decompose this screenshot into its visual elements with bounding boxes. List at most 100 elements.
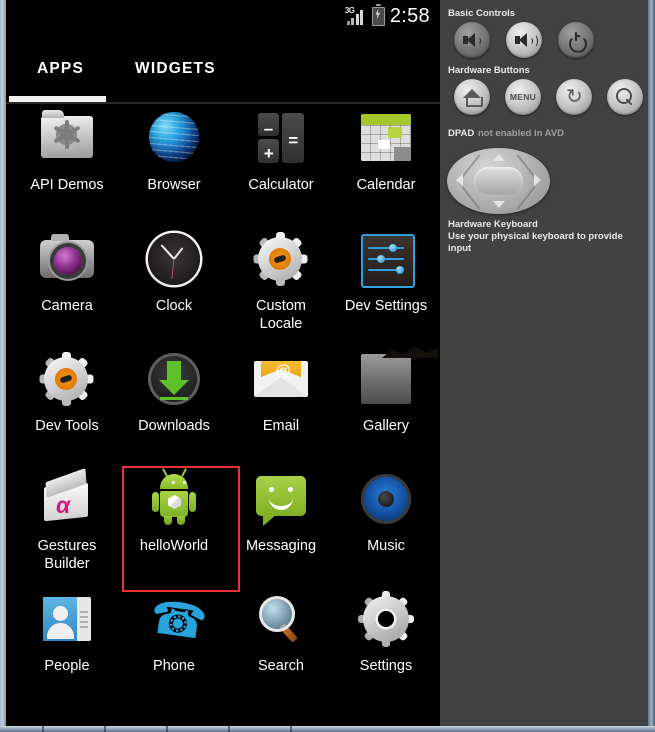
app-icon-downloads[interactable]: Downloads: [121, 349, 227, 435]
menu-text-icon: MENU: [509, 92, 537, 102]
app-icon-camera[interactable]: Camera: [14, 229, 120, 315]
calendar-icon: [356, 108, 416, 168]
dpad-center-button[interactable]: [474, 167, 523, 195]
speech-bubble-icon: [251, 469, 311, 529]
dpad-right-icon[interactable]: [534, 174, 541, 186]
app-icon-settings[interactable]: Settings: [333, 589, 439, 675]
dpad-down-icon[interactable]: [492, 201, 505, 208]
hardware-buttons-title: Hardware Buttons: [448, 65, 530, 76]
tab-apps[interactable]: APPS: [37, 60, 84, 78]
app-label: Search: [258, 658, 304, 674]
basic-controls-title: Basic Controls: [448, 8, 516, 19]
app-label: Camera: [41, 298, 93, 314]
app-label: Music: [367, 538, 405, 554]
home-icon: [462, 89, 483, 107]
app-icon-music[interactable]: Music: [333, 469, 439, 555]
home-button[interactable]: [454, 79, 490, 115]
envelope-at-icon: @: [251, 349, 311, 409]
handset-icon: ☎: [146, 589, 211, 650]
battery-charging-icon: [371, 4, 385, 26]
status-bar: 3G 2:58: [6, 0, 440, 32]
speaker-low-icon: [463, 33, 481, 47]
phone-screen[interactable]: 3G 2:58 APPS WIDGETS API Demos Browser –…: [6, 0, 440, 726]
calculator-icon: – = +: [251, 108, 311, 168]
search-button[interactable]: [607, 79, 643, 115]
back-button[interactable]: ↺: [556, 79, 592, 115]
dpad-control[interactable]: [447, 148, 550, 214]
app-label: Browser: [147, 177, 201, 193]
tab-widgets[interactable]: WIDGETS: [135, 60, 216, 78]
dpad-left-icon[interactable]: [456, 174, 463, 186]
hardware-keyboard-hint: Use your physical keyboard to provide in…: [448, 231, 623, 254]
magnifier-icon: [251, 589, 311, 649]
magnifier-icon: [616, 88, 634, 106]
signal-strength-icon: 3G: [344, 5, 367, 25]
volume-up-button[interactable]: [506, 22, 542, 58]
power-icon: [568, 31, 587, 53]
windows-taskbar[interactable]: [0, 726, 655, 732]
app-label: Settings: [359, 658, 413, 674]
app-icon-calendar[interactable]: Calendar: [333, 108, 439, 194]
back-arrow-icon: ↺: [565, 86, 583, 108]
dpad-up-icon[interactable]: [492, 154, 505, 161]
app-icon-api-demos[interactable]: API Demos: [14, 108, 120, 194]
app-icon-custom-locale[interactable]: Custom Locale: [228, 229, 334, 333]
android-emulator-window: 3G 2:58 APPS WIDGETS API Demos Browser –…: [0, 0, 655, 726]
basic-controls-row: [454, 22, 594, 58]
contact-card-icon: [37, 589, 97, 649]
clock-icon: [144, 229, 204, 289]
picture-frame-icon: [356, 346, 438, 409]
app-icon-dev-tools[interactable]: Dev Tools: [14, 349, 120, 435]
window-right-edge: [648, 0, 655, 726]
download-arrow-icon: [144, 349, 204, 409]
app-label: Dev Settings: [344, 298, 428, 314]
app-label: Calendar: [356, 177, 416, 193]
app-label: Calculator: [248, 177, 314, 193]
app-icon-people[interactable]: People: [14, 589, 120, 675]
hardware-buttons-row: MENU ↺: [454, 79, 643, 115]
app-label: Downloads: [138, 418, 210, 434]
app-icon-browser[interactable]: Browser: [121, 108, 227, 194]
app-icon-search[interactable]: Search: [228, 589, 334, 675]
app-icon-clock[interactable]: Clock: [121, 229, 227, 315]
folder-gear-icon: [37, 108, 97, 168]
gear-orange-icon: [251, 229, 311, 289]
app-label: Email: [262, 418, 300, 434]
network-type-label: 3G: [344, 5, 355, 15]
gesture-pad-icon: α: [37, 468, 97, 529]
speaker-high-icon: [515, 33, 538, 48]
app-label: Phone: [153, 658, 195, 674]
app-label: People: [44, 658, 90, 674]
app-label: Gestures Builder: [37, 538, 97, 572]
power-button[interactable]: [558, 22, 594, 58]
dpad-title: DPAD: [448, 128, 475, 139]
app-label: Gallery: [363, 418, 409, 434]
speaker-icon: [356, 469, 416, 529]
menu-button[interactable]: MENU: [505, 79, 541, 115]
camera-icon: [37, 229, 97, 289]
app-icon-phone[interactable]: ☎ Phone: [121, 589, 227, 675]
tab-bar: APPS WIDGETS: [6, 50, 440, 102]
volume-down-button[interactable]: [454, 22, 490, 58]
app-label: Messaging: [245, 538, 317, 554]
status-clock: 2:58: [389, 4, 430, 27]
dpad-status: not enabled in AVD: [478, 128, 565, 139]
gear-icon: [356, 589, 416, 649]
hardware-keyboard-title: Hardware Keyboard: [448, 219, 538, 230]
app-icon-gallery[interactable]: Gallery: [333, 346, 439, 435]
app-label: API Demos: [30, 177, 104, 193]
app-label: Custom Locale: [256, 298, 306, 332]
app-icon-calculator[interactable]: – = + Calculator: [228, 108, 334, 194]
globe-icon: [144, 108, 204, 168]
sliders-icon: [356, 229, 416, 289]
app-label: Clock: [155, 298, 193, 314]
app-icon-gestures-builder[interactable]: α Gestures Builder: [14, 468, 120, 573]
helloworld-highlight-box: [122, 466, 240, 592]
app-icon-dev-settings[interactable]: Dev Settings: [333, 229, 439, 315]
emulator-control-panel: Basic Controls Hardware Buttons MENU ↺ D…: [440, 0, 648, 726]
app-label: Dev Tools: [35, 418, 99, 434]
tab-divider: [6, 102, 440, 104]
app-icon-messaging[interactable]: Messaging: [228, 469, 334, 555]
app-grid: API Demos Browser – = + Calculator Calen…: [6, 108, 440, 708]
app-icon-email[interactable]: @ Email: [228, 349, 334, 435]
